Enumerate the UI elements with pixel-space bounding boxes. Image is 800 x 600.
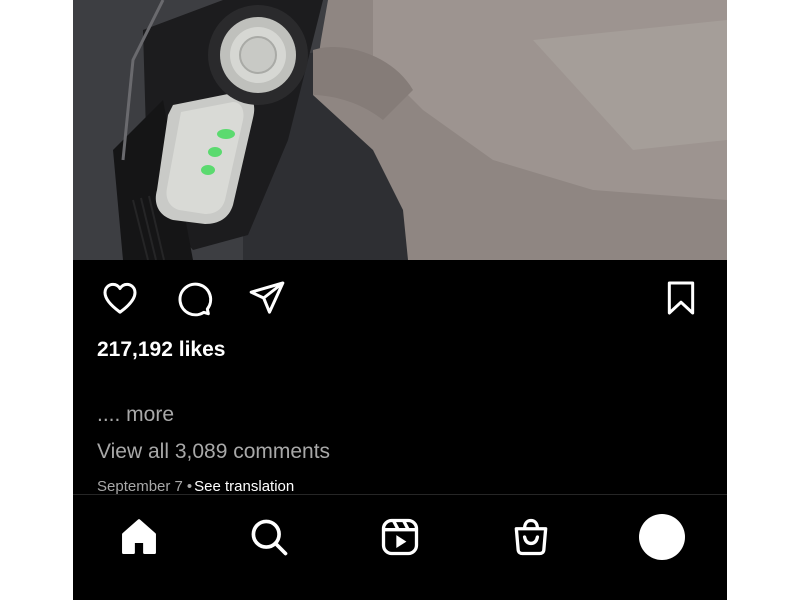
heart-icon bbox=[103, 282, 137, 314]
post-media[interactable] bbox=[73, 0, 727, 260]
profile-avatar bbox=[639, 514, 685, 560]
likes-count[interactable]: 217,192 likes bbox=[97, 338, 225, 362]
post-photo bbox=[73, 0, 727, 260]
see-translation-link[interactable]: See translation bbox=[194, 478, 294, 495]
bookmark-icon bbox=[667, 281, 695, 315]
send-icon bbox=[249, 281, 285, 314]
caption-more-link[interactable]: .... more bbox=[97, 403, 174, 427]
comment-icon bbox=[178, 282, 213, 317]
nav-profile-button[interactable] bbox=[638, 513, 686, 561]
shop-icon bbox=[514, 518, 548, 556]
nav-shop-button[interactable] bbox=[507, 513, 555, 561]
bottom-navigation bbox=[73, 494, 727, 600]
search-icon bbox=[251, 519, 288, 556]
like-button[interactable] bbox=[100, 278, 140, 318]
save-button[interactable] bbox=[661, 278, 701, 318]
post-meta: September 7 • See translation bbox=[97, 478, 294, 495]
home-icon bbox=[122, 519, 156, 554]
reels-icon bbox=[381, 518, 419, 556]
nav-home-button[interactable] bbox=[115, 513, 163, 561]
nav-reels-button[interactable] bbox=[376, 513, 424, 561]
comment-button[interactable] bbox=[173, 278, 213, 318]
post-screen: 217,192 likes .... more View all 3,089 c… bbox=[73, 0, 727, 600]
nav-search-button[interactable] bbox=[245, 513, 293, 561]
meta-separator: • bbox=[186, 478, 193, 495]
post-date: September 7 bbox=[97, 478, 183, 495]
post-actions bbox=[73, 278, 727, 318]
share-button[interactable] bbox=[247, 278, 287, 318]
view-comments-link[interactable]: View all 3,089 comments bbox=[97, 440, 330, 464]
